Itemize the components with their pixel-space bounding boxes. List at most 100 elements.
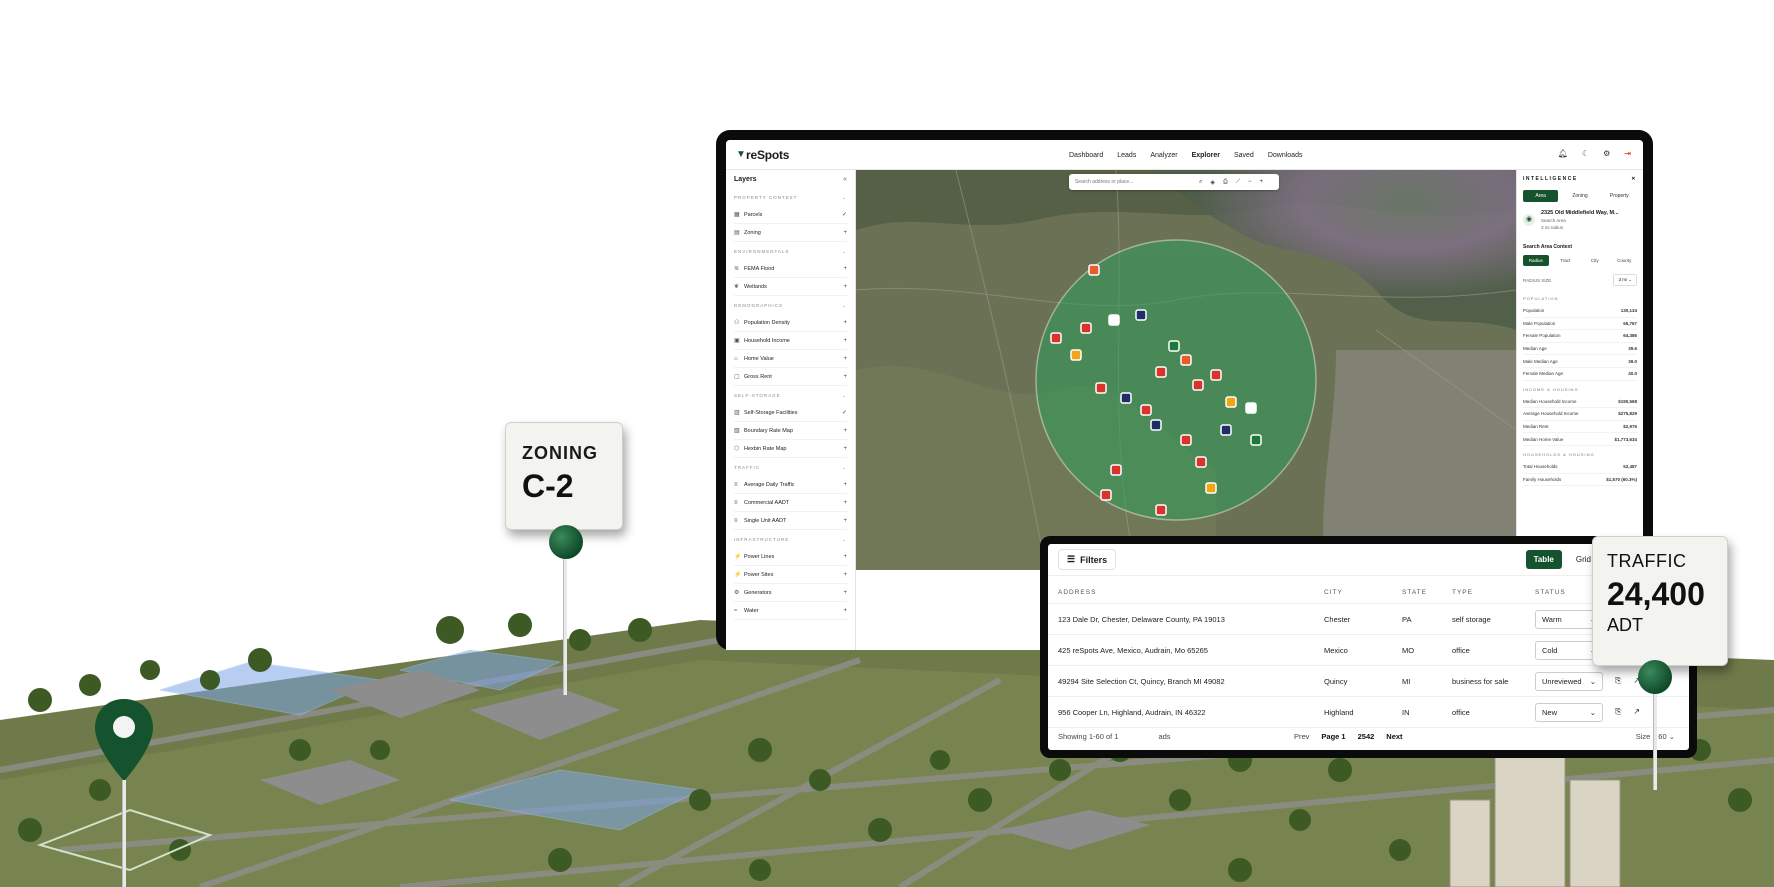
plus-icon[interactable]: + [843, 284, 847, 290]
nav-downloads[interactable]: Downloads [1268, 152, 1303, 159]
facility-marker[interactable] [1050, 332, 1062, 344]
chevron-down-icon[interactable]: ⌄ [842, 249, 847, 255]
facility-marker[interactable] [1140, 404, 1152, 416]
chevron-down-icon[interactable]: ⌄ [842, 195, 847, 201]
gear-icon[interactable]: ⚙ [1603, 149, 1610, 159]
close-icon[interactable]: ✕ [1631, 176, 1637, 182]
ctx-tab-radius[interactable]: Radius [1523, 255, 1549, 266]
chevron-down-icon[interactable]: ⌄ [842, 393, 847, 399]
bookmark-icon[interactable]: ⎘ [1615, 676, 1621, 686]
facility-marker[interactable] [1080, 322, 1092, 334]
facility-marker[interactable] [1180, 434, 1192, 446]
facility-marker[interactable] [1088, 264, 1100, 276]
nav-saved[interactable]: Saved [1234, 152, 1254, 159]
nav-dashboard[interactable]: Dashboard [1069, 152, 1103, 159]
layer-item[interactable]: ≡ Single Unit AADT + [734, 512, 847, 530]
ctx-tab-tract[interactable]: Tract [1553, 255, 1579, 266]
layer-item[interactable]: ≈ Water + [734, 602, 847, 620]
col-state[interactable]: STATE [1402, 589, 1452, 596]
layer-section-header[interactable]: TRAFFIC ⌄ [734, 465, 847, 471]
plus-icon[interactable]: + [843, 266, 847, 272]
check-icon[interactable]: ✓ [842, 409, 847, 416]
facility-marker[interactable] [1245, 402, 1257, 414]
plus-icon[interactable]: + [843, 356, 847, 362]
ctx-tab-city[interactable]: City [1582, 255, 1608, 266]
satellite-map[interactable]: ⌕ ◈ ⎙ ⟋ − + [856, 170, 1516, 570]
collapse-icon[interactable]: « [843, 176, 847, 183]
layer-item[interactable]: ▥ Self-Storage Facilities ✓ [734, 404, 847, 422]
check-icon[interactable]: ✓ [842, 211, 847, 218]
plus-icon[interactable]: + [843, 608, 847, 614]
layers-icon[interactable]: ◈ [1210, 179, 1215, 186]
bell-icon[interactable]: 🔔︎ [1558, 149, 1568, 159]
layer-item[interactable]: ⚡ Power Lines + [734, 548, 847, 566]
col-city[interactable]: CITY [1324, 589, 1402, 596]
facility-marker[interactable] [1108, 314, 1120, 326]
facility-marker[interactable] [1120, 392, 1132, 404]
facility-marker[interactable] [1168, 340, 1180, 352]
facility-marker[interactable] [1110, 464, 1122, 476]
layer-section-header[interactable]: PROPERTY CONTEXT ⌄ [734, 195, 847, 201]
print-icon[interactable]: ⎙ [1223, 179, 1228, 186]
facility-marker[interactable] [1070, 349, 1082, 361]
col-address[interactable]: ADDRESS [1058, 589, 1324, 596]
table-row[interactable]: 49294 Site Selection Ct, Quincy, Branch … [1048, 666, 1689, 697]
size-select[interactable]: 60 ⌄ [1658, 732, 1675, 741]
plus-icon[interactable]: + [843, 320, 847, 326]
layer-item[interactable]: ▦ Parcels ✓ [734, 206, 847, 224]
chevron-down-icon[interactable]: ⌄ [842, 537, 847, 543]
layer-item[interactable]: ≡ Average Daily Traffic + [734, 476, 847, 494]
chevron-down-icon[interactable]: ⌄ [842, 465, 847, 471]
nav-analyzer[interactable]: Analyzer [1150, 152, 1177, 159]
plus-icon[interactable]: + [843, 230, 847, 236]
facility-marker[interactable] [1192, 379, 1204, 391]
facility-marker[interactable] [1095, 382, 1107, 394]
layer-item[interactable]: ▧ Boundary Rate Map + [734, 422, 847, 440]
facility-marker[interactable] [1155, 366, 1167, 378]
zoom-in-icon[interactable]: + [1260, 179, 1264, 185]
facility-marker[interactable] [1210, 369, 1222, 381]
facility-marker[interactable] [1180, 354, 1192, 366]
plus-icon[interactable]: + [843, 554, 847, 560]
tab-property[interactable]: Property [1602, 190, 1637, 202]
col-type[interactable]: TYPE [1452, 589, 1535, 596]
layer-section-header[interactable]: SELF-STORAGE ⌄ [734, 393, 847, 399]
layer-section-header[interactable]: ENVIRONMENTALS ⌄ [734, 249, 847, 255]
plus-icon[interactable]: + [843, 374, 847, 380]
plus-icon[interactable]: + [843, 518, 847, 524]
tab-area[interactable]: Area [1523, 190, 1559, 202]
plus-icon[interactable]: + [843, 500, 847, 506]
plus-icon[interactable]: + [843, 590, 847, 596]
facility-marker[interactable] [1100, 489, 1112, 501]
ctx-tab-county[interactable]: County [1612, 255, 1638, 266]
layer-item[interactable]: ⚡ Power Sites + [734, 566, 847, 584]
facility-marker[interactable] [1220, 424, 1232, 436]
layer-item[interactable]: ⬡ Hexbin Rate Map + [734, 440, 847, 458]
tab-zoning[interactable]: Zoning [1562, 190, 1597, 202]
status-select[interactable]: Unreviewed ⌄ [1535, 671, 1603, 691]
filters-button[interactable]: ☰ Filters [1058, 549, 1117, 570]
nav-leads[interactable]: Leads [1117, 152, 1136, 159]
plus-icon[interactable]: + [843, 338, 847, 344]
plus-icon[interactable]: + [843, 482, 847, 488]
view-table-button[interactable]: Table [1525, 550, 1562, 569]
facility-marker[interactable] [1195, 456, 1207, 468]
layer-item[interactable]: ≋ FEMA Flood + [734, 260, 847, 278]
radius-select[interactable]: 3 mi ⌄ [1613, 274, 1637, 286]
chevron-down-icon[interactable]: ⌄ [842, 303, 847, 309]
layer-item[interactable]: ≡ Commercial AADT + [734, 494, 847, 512]
layer-item[interactable]: ⚙ Generators + [734, 584, 847, 602]
layer-item[interactable]: ❦ Wetlands + [734, 278, 847, 296]
status-select[interactable]: New ⌄ [1535, 702, 1603, 722]
ruler-icon[interactable]: ⟋ [1236, 179, 1240, 186]
external-link-icon[interactable]: ↗ [1633, 707, 1640, 717]
nav-explorer[interactable]: Explorer [1192, 152, 1220, 159]
search-icon[interactable]: ⌕ [1199, 179, 1202, 186]
layer-item[interactable]: ▣ Household Income + [734, 332, 847, 350]
facility-marker[interactable] [1225, 396, 1237, 408]
layer-section-header[interactable]: DEMOGRAPHICS ⌄ [734, 303, 847, 309]
layer-section-header[interactable]: INFRASTRUCTURE ⌄ [734, 537, 847, 543]
layer-item[interactable]: ▢ Gross Rent + [734, 368, 847, 386]
map-search-input[interactable] [1075, 179, 1191, 185]
prev-button[interactable]: Prev [1294, 732, 1309, 741]
